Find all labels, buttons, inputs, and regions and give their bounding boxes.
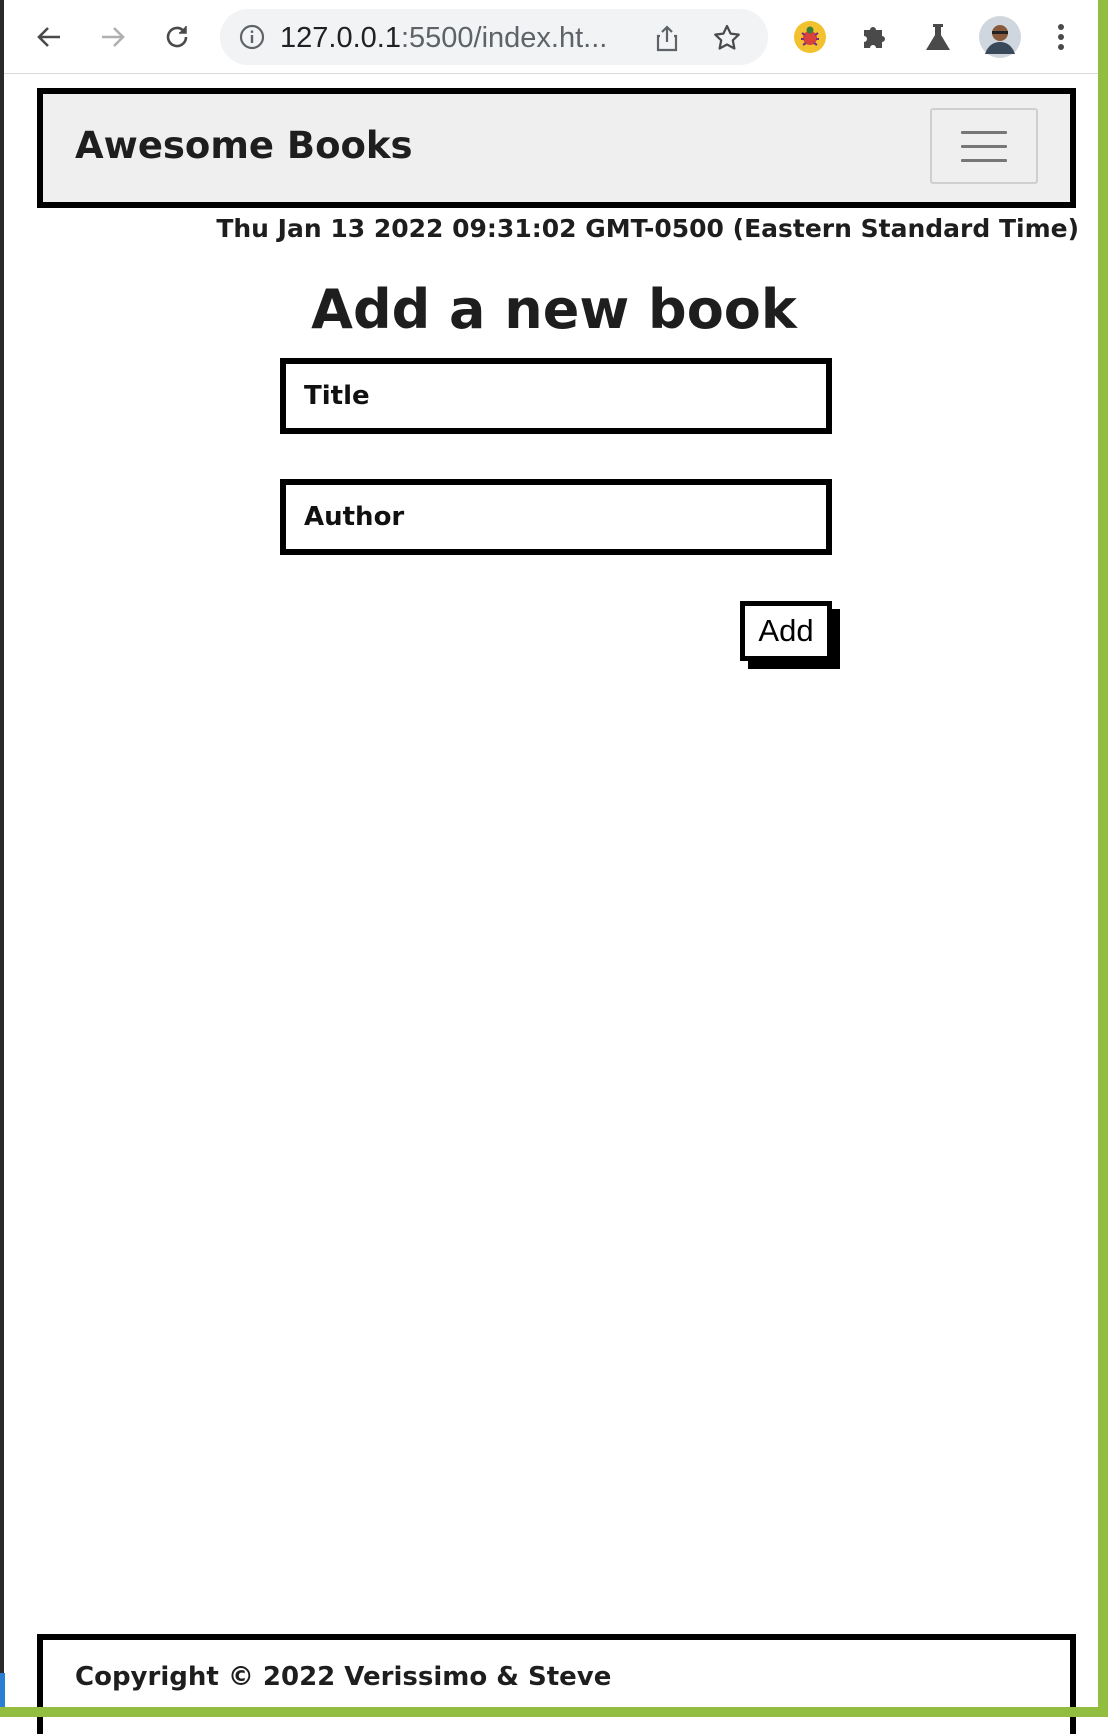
- reload-icon[interactable]: [156, 16, 198, 58]
- desktop-background-right: [1098, 0, 1108, 1717]
- extension-bug-icon[interactable]: [789, 16, 831, 58]
- back-icon[interactable]: [28, 16, 70, 58]
- labs-flask-icon[interactable]: [917, 16, 959, 58]
- forward-icon[interactable]: [92, 16, 134, 58]
- author-input[interactable]: Author: [280, 479, 832, 555]
- site-navbar: Awesome Books: [37, 88, 1076, 208]
- profile-avatar[interactable]: [979, 16, 1021, 58]
- menu-dots-icon[interactable]: [1046, 16, 1076, 58]
- brand-title[interactable]: Awesome Books: [75, 124, 413, 167]
- window-edge-accent: [0, 1673, 5, 1707]
- hamburger-line: [961, 130, 1007, 134]
- add-button[interactable]: Add: [740, 601, 832, 661]
- author-placeholder: Author: [304, 502, 405, 532]
- url-host: 127.0.0.1: [280, 22, 401, 54]
- star-icon[interactable]: [710, 21, 744, 55]
- puzzle-icon[interactable]: [853, 16, 895, 58]
- hamburger-icon[interactable]: [930, 108, 1038, 184]
- hamburger-line: [961, 144, 1007, 148]
- browser-toolbar: 127.0.0.1:5500/index.ht...: [4, 0, 1098, 74]
- url-text[interactable]: 127.0.0.1:5500/index.ht...: [280, 22, 640, 55]
- current-date: Thu Jan 13 2022 09:31:02 GMT-0500 (Easte…: [216, 214, 1079, 243]
- window-edge: [0, 0, 4, 1717]
- share-icon[interactable]: [650, 21, 684, 55]
- url-path: :5500/index.ht...: [400, 22, 608, 54]
- title-input[interactable]: Title: [280, 358, 832, 434]
- title-placeholder: Title: [304, 381, 370, 411]
- browser-window: 127.0.0.1:5500/index.ht... Awesome Books: [0, 0, 1108, 1734]
- form-heading: Add a new book: [311, 278, 797, 341]
- site-footer: Copyright © 2022 Verissimo & Steve: [37, 1634, 1076, 1734]
- hamburger-line: [961, 158, 1007, 162]
- add-button-label: Add: [758, 613, 814, 648]
- info-icon[interactable]: [238, 23, 266, 51]
- copyright-text: Copyright © 2022 Verissimo & Steve: [75, 1662, 612, 1692]
- address-bar[interactable]: 127.0.0.1:5500/index.ht...: [220, 9, 768, 65]
- desktop-background-bottom: [0, 1707, 1108, 1717]
